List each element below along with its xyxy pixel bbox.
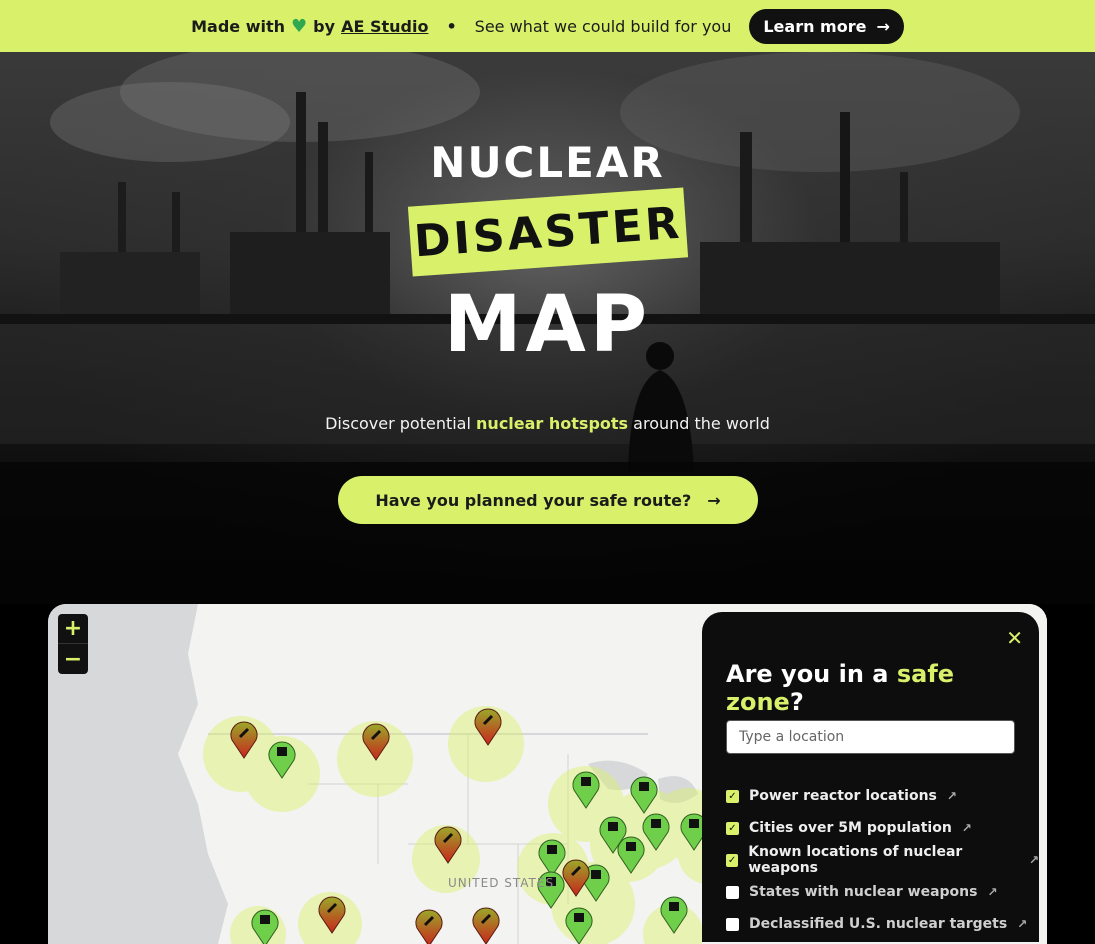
- separator: •: [446, 16, 457, 36]
- option-nuclear-weapons[interactable]: Known locations of nuclear weapons ↗: [726, 844, 1039, 876]
- option-label: Known locations of nuclear weapons: [748, 844, 963, 876]
- checkbox[interactable]: [726, 789, 739, 803]
- layer-options: Power reactor locations ↗ Cities over 5M…: [726, 780, 1039, 940]
- title-map: MAP: [443, 280, 652, 370]
- safe-route-label: Have you planned your safe route?: [375, 490, 692, 510]
- external-link-icon[interactable]: ↗: [987, 885, 997, 899]
- option-states-weapons[interactable]: States with nuclear weapons ↗: [726, 876, 1039, 908]
- external-link-icon[interactable]: ↗: [1017, 917, 1027, 931]
- external-link-icon[interactable]: ↗: [962, 821, 972, 835]
- ae-studio-link[interactable]: AE Studio: [341, 17, 428, 36]
- hero-subtitle: Discover potential nuclear hotspots arou…: [0, 414, 1095, 433]
- zoom-out-button[interactable]: −: [58, 644, 88, 674]
- safe-zone-panel: ✕ Are you in a safe zone? Power reactor …: [702, 612, 1039, 942]
- country-label: UNITED STATES: [448, 876, 555, 890]
- location-input[interactable]: [726, 720, 1015, 754]
- checkbox[interactable]: [726, 853, 739, 867]
- made-with-label: Made with: [191, 16, 286, 36]
- heading-prefix: Are you in a: [726, 660, 889, 688]
- option-declassified-targets[interactable]: Declassified U.S. nuclear targets ↗: [726, 908, 1039, 940]
- heading-suffix: ?: [789, 688, 804, 716]
- external-link-icon[interactable]: ↗: [947, 789, 957, 803]
- checkbox[interactable]: [726, 885, 739, 899]
- tagline: See what we could build for you: [474, 16, 732, 36]
- panel-heading: Are you in a safe zone?: [726, 660, 1039, 716]
- close-icon[interactable]: ✕: [1006, 626, 1023, 650]
- external-link-icon[interactable]: ↗: [1029, 853, 1039, 867]
- arrow-right-icon: →: [707, 490, 721, 510]
- option-label: Cities over 5M population: [749, 820, 952, 836]
- learn-more-button[interactable]: Learn more →: [749, 8, 904, 44]
- title-disaster: DISASTER: [412, 197, 684, 267]
- option-label: Declassified U.S. nuclear targets: [749, 916, 1008, 932]
- checkbox[interactable]: [726, 917, 739, 931]
- checkbox[interactable]: [726, 821, 739, 835]
- hero-section: NUCLEAR DISASTER MAP Discover potential …: [0, 52, 1095, 604]
- subtitle-suffix: around the world: [633, 414, 770, 433]
- option-label: Power reactor locations: [749, 788, 937, 804]
- safe-route-button[interactable]: Have you planned your safe route? →: [338, 476, 758, 524]
- title-nuclear: NUCLEAR: [430, 138, 665, 187]
- zoom-control: + −: [58, 614, 88, 674]
- option-power-reactors[interactable]: Power reactor locations ↗: [726, 780, 1039, 812]
- made-with-text: Made with ♥ by AE Studio: [191, 16, 428, 37]
- arrow-right-icon: →: [876, 16, 890, 36]
- subtitle-highlight: nuclear hotspots: [476, 414, 629, 433]
- zoom-in-button[interactable]: +: [58, 614, 88, 644]
- top-banner: Made with ♥ by AE Studio • See what we c…: [0, 0, 1095, 52]
- by-label: by: [313, 16, 336, 36]
- subtitle-prefix: Discover potential: [325, 414, 471, 433]
- option-label: States with nuclear weapons: [749, 884, 978, 900]
- option-cities[interactable]: Cities over 5M population ↗: [726, 812, 1039, 844]
- green-heart-icon: ♥: [291, 15, 308, 37]
- learn-more-label: Learn more: [763, 16, 867, 36]
